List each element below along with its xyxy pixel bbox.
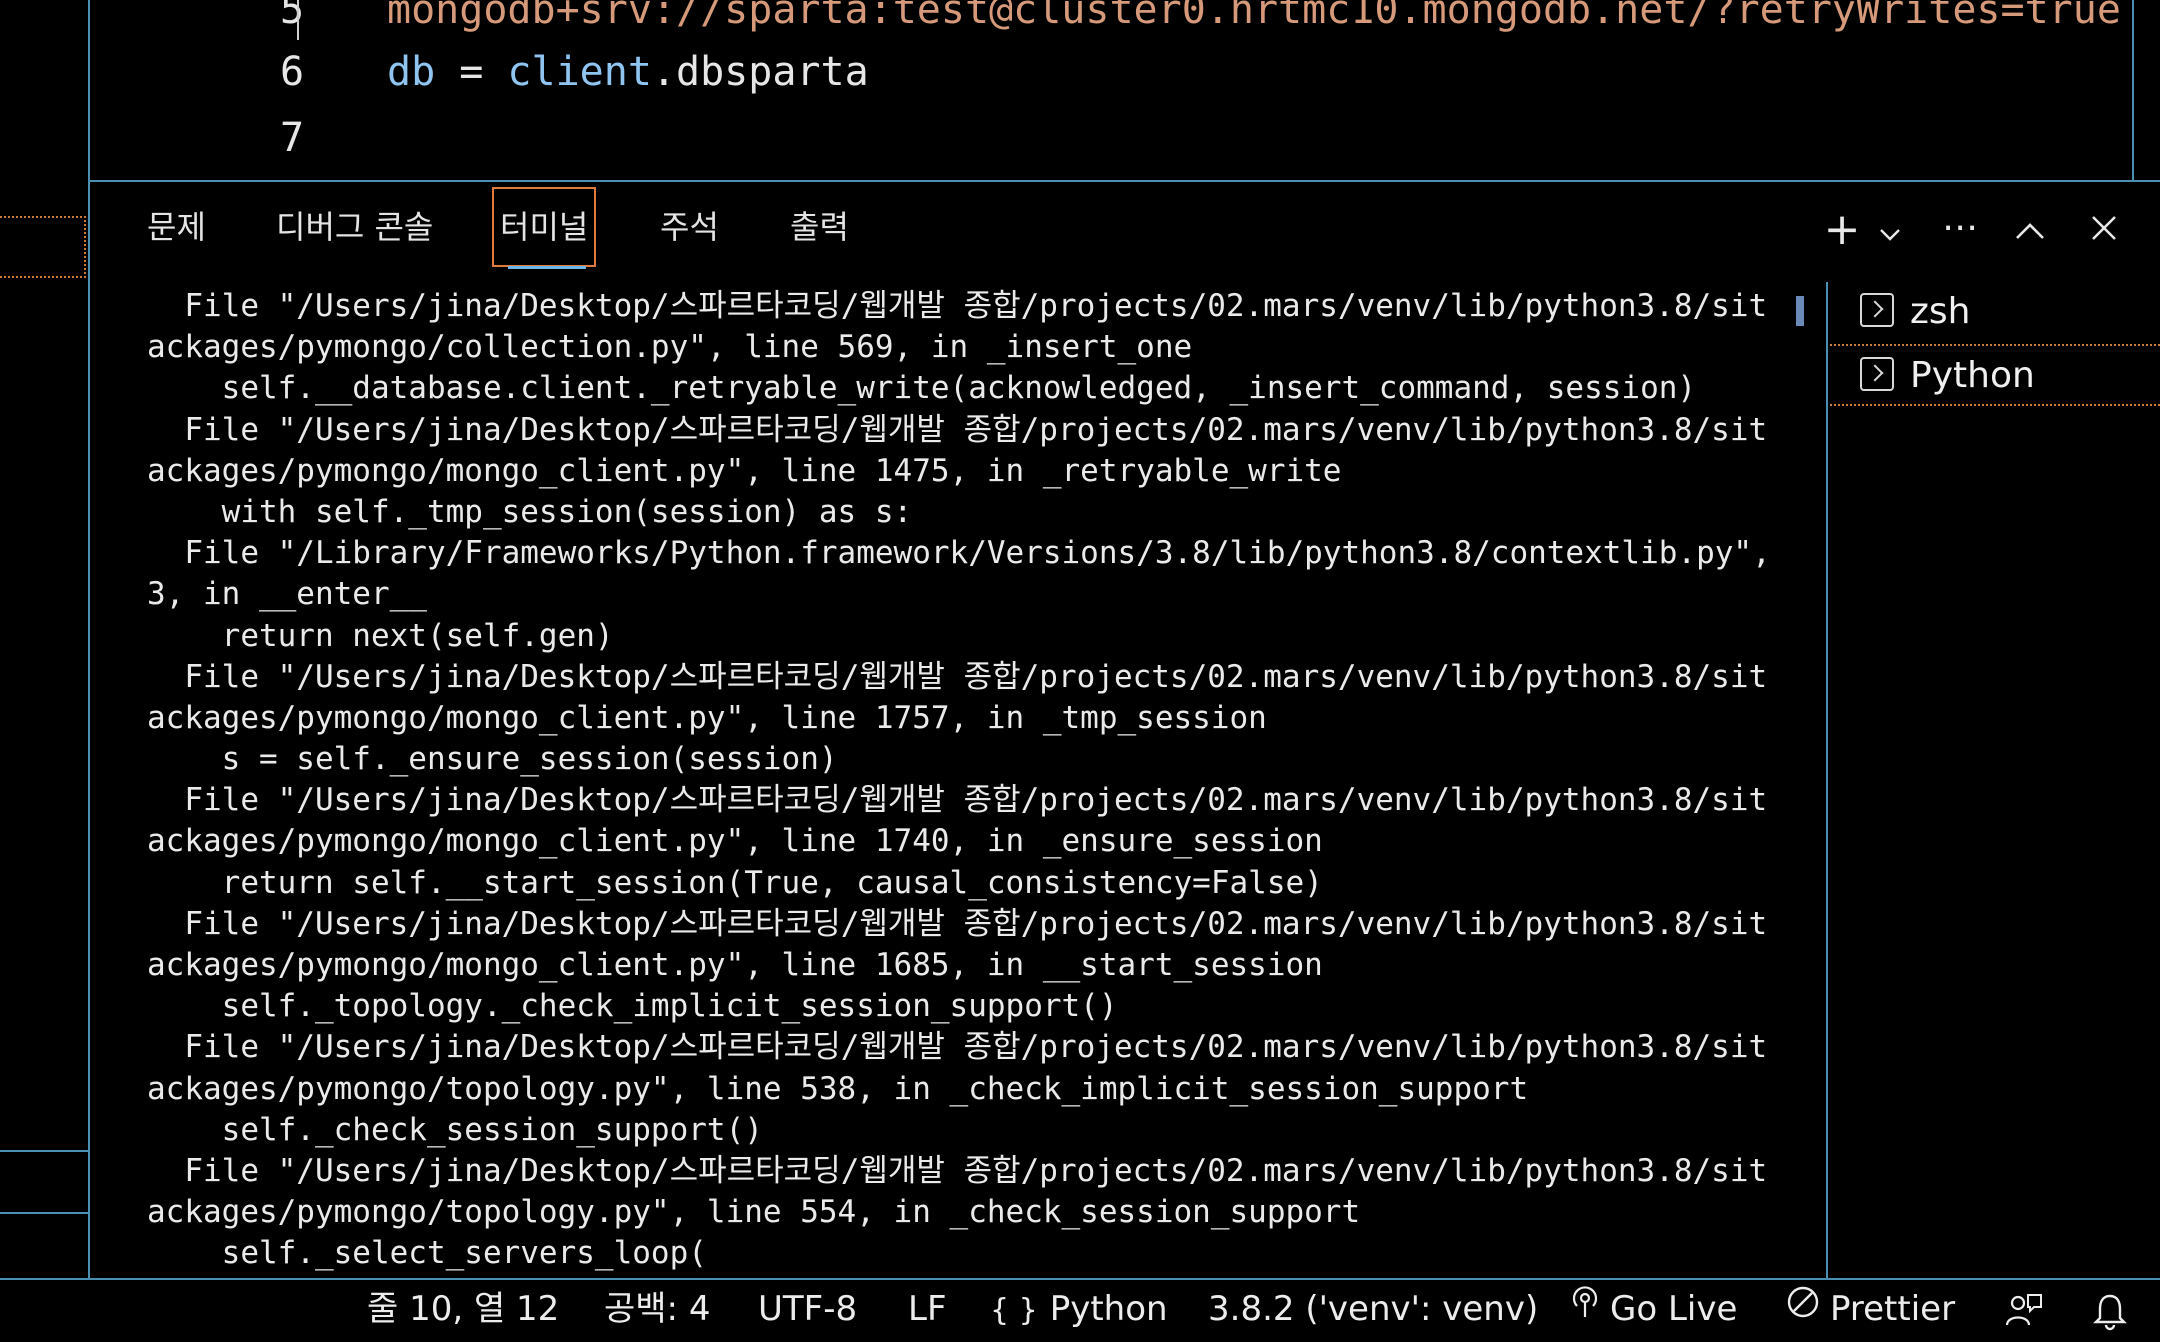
terminal-line: self._topology._check_implicit_session_s… [147,988,1118,1025]
close-panel-icon[interactable] [2084,212,2124,252]
status-cursor-position[interactable]: 줄 10, 열 12 [367,1284,559,1334]
terminal-line: ackages/pymongo/collection.py", line 569… [147,329,1193,366]
terminal-line: self._check_session_support() [147,1111,763,1148]
editor-left-border [88,0,90,1280]
terminal-scroll-marker[interactable] [1796,296,1804,326]
terminal-line: File "/Users/jina/Desktop/스파르타코딩/웹개발 종합/… [147,288,1767,324]
notifications-bell-icon[interactable] [2092,1284,2128,1334]
more-actions-icon[interactable]: ⋯ [1935,208,1985,248]
code-text: db = client.dbsparta [387,40,869,104]
panel-tab[interactable]: 디버그 콘솔 [276,205,433,249]
terminal-output[interactable]: File "/Users/jina/Desktop/스파르타코딩/웹개발 종합/… [147,286,1767,1276]
status-language[interactable]: { } Python [990,1284,1168,1334]
terminal-line: self.__database.client._retryable_write(… [147,370,1697,407]
terminal-line: ackages/pymongo/topology.py", line 538, … [147,1070,1529,1107]
terminal-line: File "/Users/jina/Desktop/스파르타코딩/웹개발 종합/… [147,905,1767,942]
status-golive-label: Go Live [1610,1289,1738,1329]
new-terminal-icon[interactable]: + [1822,208,1862,252]
terminal-line: File "/Users/jina/Desktop/스파르타코딩/웹개발 종합/… [147,658,1767,695]
feedback-icon[interactable] [2004,1284,2044,1334]
terminal-line: ackages/pymongo/mongo_client.py", line 1… [147,452,1342,489]
status-bar-top-border [0,1278,2160,1280]
terminal-session-zsh[interactable]: zsh [1860,286,1970,338]
code-line: 5 mongodb+srv://sparta:test@cluster0.hrtm… [90,0,2132,42]
broadcast-icon [1570,1283,1600,1333]
terminal-line: File "/Users/jina/Desktop/스파르타코딩/웹개발 종합/… [147,782,1767,819]
terminal-line: self._select_servers_loop( [147,1235,707,1272]
terminal-line: ackages/pymongo/mongo_client.py", line 1… [147,699,1267,736]
status-language-label: Python [1049,1289,1168,1329]
status-indentation[interactable]: 공백: 4 [604,1284,710,1334]
code-editor[interactable]: 5 mongodb+srv://sparta:test@cluster0.hrtm… [90,0,2132,180]
line-number: 5 [280,0,305,33]
maximize-panel-icon[interactable] [2010,214,2050,250]
terminal-line: File "/Users/jina/Desktop/스파르타코딩/웹개발 종합/… [147,1152,1767,1189]
status-prettier-label: Prettier [1830,1289,1956,1329]
terminal-list-border [1826,282,1828,1278]
editor-right-border [2132,0,2134,180]
panel-top-border [90,180,2160,182]
panel-tab[interactable]: 주석 [660,205,719,249]
terminal-line: File "/Users/jina/Desktop/스파르타코딩/웹개발 종합/… [147,411,1767,448]
terminal-session-label: zsh [1910,291,1971,332]
code-line: 7 [90,106,2132,170]
panel-tab[interactable]: 문제 [147,205,206,249]
status-encoding[interactable]: UTF-8 [758,1284,857,1334]
terminal-line: ackages/pymongo/mongo_client.py", line 1… [147,947,1323,983]
terminal-line: ackages/pymongo/topology.py", line 554, … [147,1194,1361,1231]
terminal-icon [1860,293,1894,327]
active-tab-underline [508,266,586,269]
sidebar-divider-1 [0,1150,88,1152]
panel-tab[interactable]: 출력 [790,205,849,249]
status-interpreter[interactable]: 3.8.2 ('venv': venv) [1208,1284,1538,1334]
panel-tab[interactable]: 터미널 [491,187,597,267]
status-golive[interactable]: Go Live [1570,1284,1737,1334]
terminal-line: return next(self.gen) [147,617,614,654]
terminal-line: return self.__start_session(True, causal… [147,864,1323,901]
terminal-line: ackages/pymongo/mongo_client.py", line 1… [147,823,1323,860]
code-line: 6 db = client.dbsparta [90,40,2132,104]
terminal-line: with self._tmp_session(session) as s: [147,493,913,530]
code-token: client [507,49,652,95]
terminal-line: File "/Library/Frameworks/Python.framewo… [147,535,1767,572]
code-token: mongodb+srv://sparta:test@cluster0.hrtmc… [387,0,2121,33]
sidebar-divider-2 [0,1212,88,1214]
language-braces-icon: { } [990,1293,1038,1328]
status-eol[interactable]: LF [908,1284,947,1334]
terminal-line: File "/Users/jina/Desktop/스파르타코딩/웹개발 종합/… [147,1029,1767,1066]
line-number: 7 [280,115,305,161]
terminal-line: s = self._ensure_session(session) [147,741,838,778]
indent-guide [297,0,299,40]
code-token: = [435,49,508,95]
status-prettier[interactable]: Prettier [1786,1284,1955,1334]
code-token: .dbsparta [651,49,869,95]
sidebar-focus-outline [0,216,86,278]
terminal-line: 3, in __enter__ [147,576,427,613]
chevron-down-icon[interactable] [1872,216,1908,252]
code-text: mongodb+srv://sparta:test@cluster0.hrtmc… [387,0,2121,42]
line-number: 6 [280,49,305,95]
code-token: db [387,49,436,95]
prettier-disabled-icon [1786,1283,1820,1333]
sidebar-strip [0,0,88,1342]
session-focus-outline [1830,344,2160,406]
